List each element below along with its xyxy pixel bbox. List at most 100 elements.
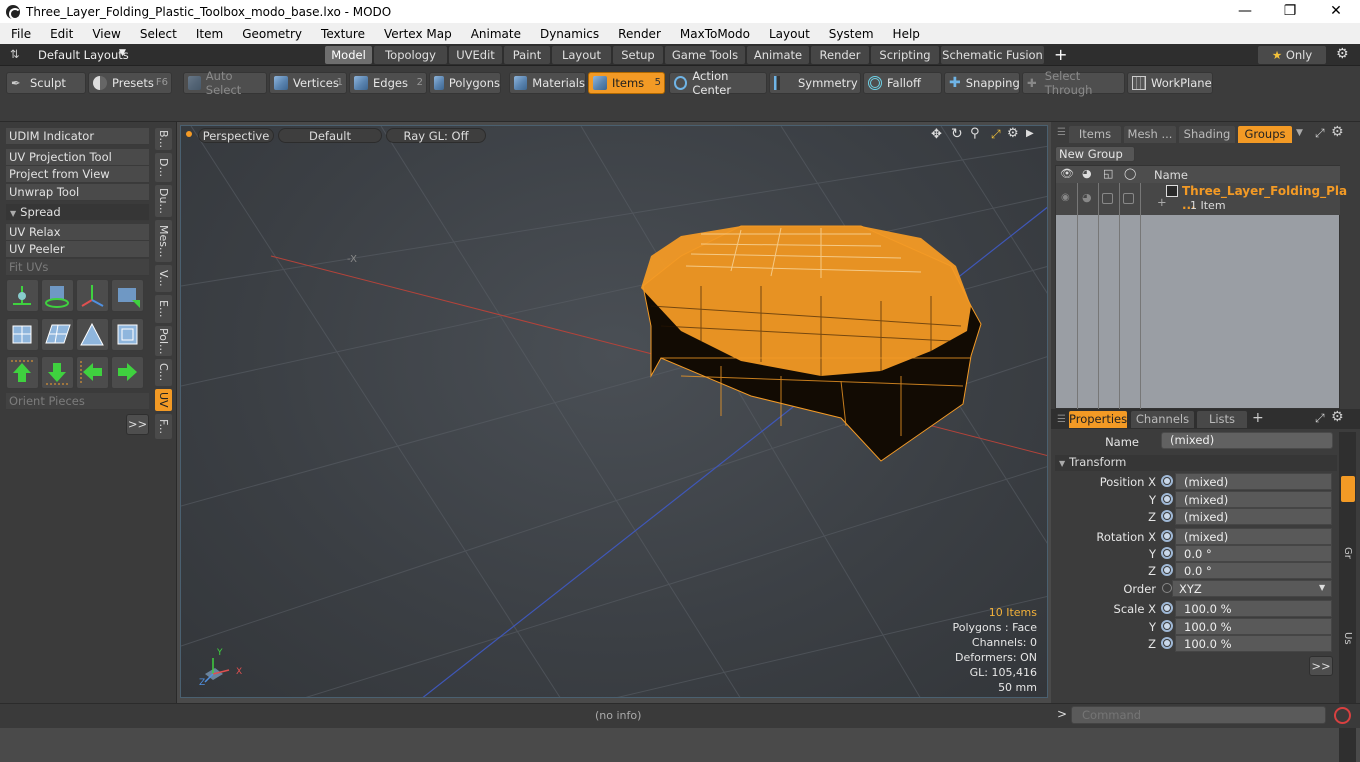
tab-game-tools[interactable]: Game Tools (665, 46, 745, 64)
scale-z-field[interactable]: 100.0 % (1175, 635, 1332, 652)
rotate-view-icon[interactable]: ↻ (951, 126, 963, 142)
add-properties-tab-icon[interactable]: + (1252, 410, 1264, 426)
menu-dynamics[interactable]: Dynamics (529, 27, 607, 41)
vertices-button[interactable]: Vertices 1 (269, 72, 347, 94)
raygl-dropdown[interactable]: Ray GL: Off (386, 128, 486, 143)
groups-gear-icon[interactable]: ⚙ (1331, 124, 1344, 140)
orient-pieces-button[interactable]: Orient Pieces (6, 393, 149, 410)
rotation-y-field[interactable]: 0.0 ° (1175, 545, 1332, 562)
3d-viewport[interactable]: -X Y X Z Perspective Default Ray GL: Off… (180, 125, 1048, 698)
row-expand-icon[interactable]: + (1157, 195, 1167, 209)
vtab-e[interactable]: E... (155, 295, 172, 323)
uv-plane-icon[interactable] (41, 318, 74, 351)
expand-properties-icon[interactable]: ⤢ (1315, 411, 1325, 426)
menu-maxtomodo[interactable]: MaxToModo (669, 27, 758, 41)
tab-shading[interactable]: Shading (1179, 126, 1235, 143)
uv-pyramid-icon[interactable] (76, 318, 109, 351)
menu-render[interactable]: Render (607, 27, 669, 41)
project-from-view-button[interactable]: Project from View (6, 166, 149, 183)
expand-panel-icon[interactable]: ⤢ (1315, 126, 1325, 141)
action-center-button[interactable]: Action Center (669, 69, 767, 97)
default-shading-dropdown[interactable]: Default (278, 128, 382, 143)
arrow-up-icon[interactable] (6, 356, 39, 389)
scale-x-field[interactable]: 100.0 % (1175, 600, 1332, 617)
rotation-y-radio[interactable] (1161, 547, 1173, 559)
tab-animate[interactable]: Animate (747, 46, 809, 64)
materials-button[interactable]: Materials (509, 72, 586, 94)
vtab-uv[interactable]: UV (155, 389, 172, 411)
vtab-c[interactable]: C... (155, 359, 172, 386)
scale-x-radio[interactable] (1161, 602, 1173, 614)
row-select-checkbox[interactable] (1123, 193, 1134, 204)
arrow-down-icon[interactable] (41, 356, 74, 389)
uv-projection-tool-button[interactable]: UV Projection Tool (6, 149, 149, 166)
menu-select[interactable]: Select (129, 27, 185, 41)
vtab-pol[interactable]: Pol... (155, 326, 172, 356)
menu-system[interactable]: System (818, 27, 882, 41)
scale-z-radio[interactable] (1161, 637, 1173, 649)
arrow-left-icon[interactable] (76, 356, 109, 389)
toolbox-model[interactable] (641, 225, 982, 462)
minimize-icon[interactable]: — (1222, 0, 1268, 23)
arrow-right-icon[interactable] (111, 356, 144, 389)
vtab-d[interactable]: D... (155, 153, 172, 182)
tab-channels[interactable]: Channels (1131, 411, 1194, 428)
tab-uvedit[interactable]: UVEdit (449, 46, 502, 64)
uv-transform-icon[interactable] (6, 279, 39, 312)
tab-paint[interactable]: Paint (504, 46, 550, 64)
menu-view[interactable]: View (81, 27, 128, 41)
uv-cube-map-icon[interactable] (6, 318, 39, 351)
udim-indicator-button[interactable]: UDIM Indicator (6, 128, 149, 145)
viewport-gear-icon[interactable]: ⚙ (1007, 126, 1019, 141)
position-y-field[interactable]: (mixed) (1175, 491, 1332, 508)
close-icon[interactable]: ✕ (1313, 0, 1359, 23)
falloff-button[interactable]: Falloff (863, 72, 942, 94)
rotation-z-field[interactable]: 0.0 ° (1175, 562, 1332, 579)
row-render-icon[interactable]: ◕ (1082, 191, 1092, 204)
tab-lists[interactable]: Lists (1197, 411, 1247, 428)
uv-peeler-button[interactable]: UV Peeler (6, 241, 149, 258)
menu-edit[interactable]: Edit (39, 27, 81, 41)
perspective-dropdown[interactable]: Perspective (198, 128, 274, 143)
position-z-radio[interactable] (1161, 510, 1173, 522)
menu-layout[interactable]: Layout (758, 27, 818, 41)
auto-select-button[interactable]: Auto Select (183, 69, 267, 97)
row-lock-checkbox[interactable] (1102, 193, 1113, 204)
edges-button[interactable]: Edges 2 (349, 72, 427, 94)
uv-relax-button[interactable]: UV Relax (6, 224, 149, 241)
spread-section[interactable]: ▼ Spread (6, 204, 149, 221)
menu-vertex-map[interactable]: Vertex Map (373, 27, 460, 41)
tab-model[interactable]: Model (325, 46, 372, 64)
order-dropdown[interactable]: XYZ (1172, 580, 1332, 597)
menu-help[interactable]: Help (882, 27, 928, 41)
tab-render[interactable]: Render (811, 46, 869, 64)
tab-items[interactable]: Items (1069, 126, 1121, 143)
scale-y-radio[interactable] (1161, 620, 1173, 632)
tab-layout[interactable]: Layout (552, 46, 611, 64)
new-group-button[interactable]: New Group (1055, 146, 1135, 162)
visibility-eye-icon[interactable]: 👁 (1060, 167, 1074, 180)
pan-icon[interactable]: ✥ (931, 127, 942, 142)
presets-button[interactable]: Presets F6 (88, 72, 172, 94)
uv-grid-icon[interactable] (111, 318, 144, 351)
side-tab-us[interactable]: Us (1342, 632, 1353, 645)
row-eye-icon[interactable]: ◉ (1061, 192, 1070, 203)
tab-groups[interactable]: Groups (1238, 126, 1292, 143)
lock-icon[interactable]: ◱ (1103, 167, 1113, 180)
tab-setup[interactable]: Setup (613, 46, 663, 64)
tab-topology[interactable]: Topology (374, 46, 447, 64)
scale-y-field[interactable]: 100.0 % (1175, 618, 1332, 635)
vtab-f[interactable]: F... (155, 414, 172, 439)
rotation-x-field[interactable]: (mixed) (1175, 528, 1332, 545)
vtab-mes[interactable]: Mes... (155, 220, 172, 262)
record-icon[interactable] (1334, 707, 1351, 724)
fit-uvs-button[interactable]: Fit UVs (6, 259, 149, 276)
items-button[interactable]: Items 5 (588, 72, 665, 94)
default-layouts-dropdown[interactable]: Default Layouts (38, 48, 129, 62)
menu-file[interactable]: File (0, 27, 39, 41)
viewport-menu-arrow-icon[interactable]: ▶ (1026, 128, 1034, 139)
position-y-radio[interactable] (1161, 493, 1173, 505)
side-tab-gr[interactable]: Gr (1342, 547, 1353, 559)
workplane-button[interactable]: WorkPlane (1127, 72, 1213, 94)
menu-geometry[interactable]: Geometry (231, 27, 310, 41)
